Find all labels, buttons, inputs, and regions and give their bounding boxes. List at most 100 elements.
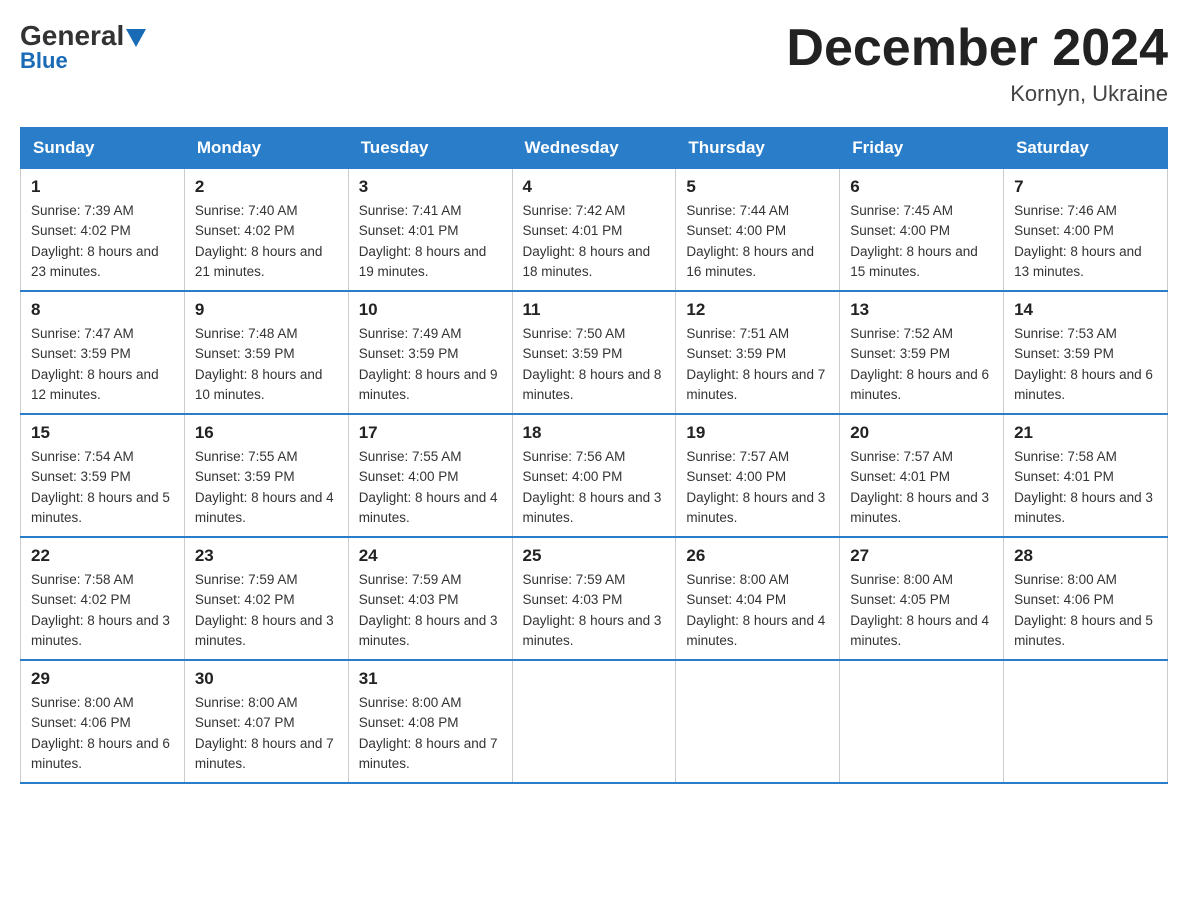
- calendar-header-sunday: Sunday: [21, 128, 185, 169]
- day-number: 9: [195, 300, 338, 320]
- calendar-cell: 17 Sunrise: 7:55 AMSunset: 4:00 PMDaylig…: [348, 414, 512, 537]
- day-info: Sunrise: 8:00 AMSunset: 4:04 PMDaylight:…: [686, 570, 829, 651]
- calendar-header-tuesday: Tuesday: [348, 128, 512, 169]
- page-header: General Blue December 2024 Kornyn, Ukrai…: [20, 20, 1168, 107]
- calendar-header-monday: Monday: [184, 128, 348, 169]
- calendar-cell: [1004, 660, 1168, 783]
- day-number: 4: [523, 177, 666, 197]
- day-number: 31: [359, 669, 502, 689]
- day-info: Sunrise: 8:00 AMSunset: 4:06 PMDaylight:…: [31, 693, 174, 774]
- day-number: 16: [195, 423, 338, 443]
- calendar-cell: 21 Sunrise: 7:58 AMSunset: 4:01 PMDaylig…: [1004, 414, 1168, 537]
- calendar-cell: 19 Sunrise: 7:57 AMSunset: 4:00 PMDaylig…: [676, 414, 840, 537]
- day-number: 13: [850, 300, 993, 320]
- day-info: Sunrise: 7:41 AMSunset: 4:01 PMDaylight:…: [359, 201, 502, 282]
- day-info: Sunrise: 7:59 AMSunset: 4:03 PMDaylight:…: [523, 570, 666, 651]
- day-number: 20: [850, 423, 993, 443]
- calendar-header-saturday: Saturday: [1004, 128, 1168, 169]
- day-info: Sunrise: 8:00 AMSunset: 4:05 PMDaylight:…: [850, 570, 993, 651]
- day-info: Sunrise: 7:59 AMSunset: 4:03 PMDaylight:…: [359, 570, 502, 651]
- day-info: Sunrise: 7:40 AMSunset: 4:02 PMDaylight:…: [195, 201, 338, 282]
- calendar-cell: 2 Sunrise: 7:40 AMSunset: 4:02 PMDayligh…: [184, 169, 348, 292]
- day-info: Sunrise: 7:44 AMSunset: 4:00 PMDaylight:…: [686, 201, 829, 282]
- calendar-cell: 12 Sunrise: 7:51 AMSunset: 3:59 PMDaylig…: [676, 291, 840, 414]
- calendar-cell: 15 Sunrise: 7:54 AMSunset: 3:59 PMDaylig…: [21, 414, 185, 537]
- day-info: Sunrise: 7:46 AMSunset: 4:00 PMDaylight:…: [1014, 201, 1157, 282]
- day-info: Sunrise: 8:00 AMSunset: 4:07 PMDaylight:…: [195, 693, 338, 774]
- calendar-cell: 11 Sunrise: 7:50 AMSunset: 3:59 PMDaylig…: [512, 291, 676, 414]
- calendar-cell: 29 Sunrise: 8:00 AMSunset: 4:06 PMDaylig…: [21, 660, 185, 783]
- calendar-cell: [512, 660, 676, 783]
- day-number: 3: [359, 177, 502, 197]
- calendar-cell: 26 Sunrise: 8:00 AMSunset: 4:04 PMDaylig…: [676, 537, 840, 660]
- day-number: 26: [686, 546, 829, 566]
- day-number: 18: [523, 423, 666, 443]
- day-info: Sunrise: 7:53 AMSunset: 3:59 PMDaylight:…: [1014, 324, 1157, 405]
- calendar-cell: 10 Sunrise: 7:49 AMSunset: 3:59 PMDaylig…: [348, 291, 512, 414]
- calendar-week-row: 15 Sunrise: 7:54 AMSunset: 3:59 PMDaylig…: [21, 414, 1168, 537]
- calendar-cell: 7 Sunrise: 7:46 AMSunset: 4:00 PMDayligh…: [1004, 169, 1168, 292]
- day-number: 19: [686, 423, 829, 443]
- calendar-cell: 20 Sunrise: 7:57 AMSunset: 4:01 PMDaylig…: [840, 414, 1004, 537]
- day-number: 25: [523, 546, 666, 566]
- calendar-cell: 22 Sunrise: 7:58 AMSunset: 4:02 PMDaylig…: [21, 537, 185, 660]
- calendar-week-row: 8 Sunrise: 7:47 AMSunset: 3:59 PMDayligh…: [21, 291, 1168, 414]
- calendar-cell: 3 Sunrise: 7:41 AMSunset: 4:01 PMDayligh…: [348, 169, 512, 292]
- day-number: 23: [195, 546, 338, 566]
- month-title: December 2024: [786, 20, 1168, 77]
- day-number: 10: [359, 300, 502, 320]
- day-info: Sunrise: 7:49 AMSunset: 3:59 PMDaylight:…: [359, 324, 502, 405]
- calendar-cell: 13 Sunrise: 7:52 AMSunset: 3:59 PMDaylig…: [840, 291, 1004, 414]
- calendar-header-row: SundayMondayTuesdayWednesdayThursdayFrid…: [21, 128, 1168, 169]
- calendar-table: SundayMondayTuesdayWednesdayThursdayFrid…: [20, 127, 1168, 784]
- calendar-cell: 14 Sunrise: 7:53 AMSunset: 3:59 PMDaylig…: [1004, 291, 1168, 414]
- day-info: Sunrise: 7:52 AMSunset: 3:59 PMDaylight:…: [850, 324, 993, 405]
- day-number: 22: [31, 546, 174, 566]
- logo: General Blue: [20, 20, 146, 74]
- day-info: Sunrise: 7:50 AMSunset: 3:59 PMDaylight:…: [523, 324, 666, 405]
- calendar-week-row: 1 Sunrise: 7:39 AMSunset: 4:02 PMDayligh…: [21, 169, 1168, 292]
- calendar-cell: 27 Sunrise: 8:00 AMSunset: 4:05 PMDaylig…: [840, 537, 1004, 660]
- day-info: Sunrise: 7:55 AMSunset: 3:59 PMDaylight:…: [195, 447, 338, 528]
- day-info: Sunrise: 7:56 AMSunset: 4:00 PMDaylight:…: [523, 447, 666, 528]
- calendar-header-wednesday: Wednesday: [512, 128, 676, 169]
- day-number: 29: [31, 669, 174, 689]
- day-info: Sunrise: 7:58 AMSunset: 4:02 PMDaylight:…: [31, 570, 174, 651]
- calendar-cell: 6 Sunrise: 7:45 AMSunset: 4:00 PMDayligh…: [840, 169, 1004, 292]
- day-info: Sunrise: 7:39 AMSunset: 4:02 PMDaylight:…: [31, 201, 174, 282]
- day-info: Sunrise: 7:47 AMSunset: 3:59 PMDaylight:…: [31, 324, 174, 405]
- calendar-cell: 4 Sunrise: 7:42 AMSunset: 4:01 PMDayligh…: [512, 169, 676, 292]
- day-info: Sunrise: 7:57 AMSunset: 4:00 PMDaylight:…: [686, 447, 829, 528]
- calendar-cell: 25 Sunrise: 7:59 AMSunset: 4:03 PMDaylig…: [512, 537, 676, 660]
- day-number: 30: [195, 669, 338, 689]
- day-number: 21: [1014, 423, 1157, 443]
- day-number: 2: [195, 177, 338, 197]
- day-info: Sunrise: 7:57 AMSunset: 4:01 PMDaylight:…: [850, 447, 993, 528]
- day-number: 27: [850, 546, 993, 566]
- calendar-cell: [676, 660, 840, 783]
- day-number: 14: [1014, 300, 1157, 320]
- day-number: 12: [686, 300, 829, 320]
- day-number: 15: [31, 423, 174, 443]
- day-info: Sunrise: 8:00 AMSunset: 4:06 PMDaylight:…: [1014, 570, 1157, 651]
- day-number: 5: [686, 177, 829, 197]
- logo-triangle-icon: [126, 29, 146, 47]
- calendar-cell: [840, 660, 1004, 783]
- calendar-cell: 8 Sunrise: 7:47 AMSunset: 3:59 PMDayligh…: [21, 291, 185, 414]
- day-info: Sunrise: 7:59 AMSunset: 4:02 PMDaylight:…: [195, 570, 338, 651]
- calendar-week-row: 22 Sunrise: 7:58 AMSunset: 4:02 PMDaylig…: [21, 537, 1168, 660]
- calendar-cell: 30 Sunrise: 8:00 AMSunset: 4:07 PMDaylig…: [184, 660, 348, 783]
- calendar-week-row: 29 Sunrise: 8:00 AMSunset: 4:06 PMDaylig…: [21, 660, 1168, 783]
- calendar-cell: 5 Sunrise: 7:44 AMSunset: 4:00 PMDayligh…: [676, 169, 840, 292]
- location-text: Kornyn, Ukraine: [786, 81, 1168, 107]
- day-info: Sunrise: 7:55 AMSunset: 4:00 PMDaylight:…: [359, 447, 502, 528]
- day-info: Sunrise: 7:42 AMSunset: 4:01 PMDaylight:…: [523, 201, 666, 282]
- day-info: Sunrise: 7:51 AMSunset: 3:59 PMDaylight:…: [686, 324, 829, 405]
- day-info: Sunrise: 7:54 AMSunset: 3:59 PMDaylight:…: [31, 447, 174, 528]
- day-number: 6: [850, 177, 993, 197]
- title-area: December 2024 Kornyn, Ukraine: [786, 20, 1168, 107]
- calendar-cell: 9 Sunrise: 7:48 AMSunset: 3:59 PMDayligh…: [184, 291, 348, 414]
- calendar-cell: 16 Sunrise: 7:55 AMSunset: 3:59 PMDaylig…: [184, 414, 348, 537]
- day-number: 17: [359, 423, 502, 443]
- calendar-cell: 1 Sunrise: 7:39 AMSunset: 4:02 PMDayligh…: [21, 169, 185, 292]
